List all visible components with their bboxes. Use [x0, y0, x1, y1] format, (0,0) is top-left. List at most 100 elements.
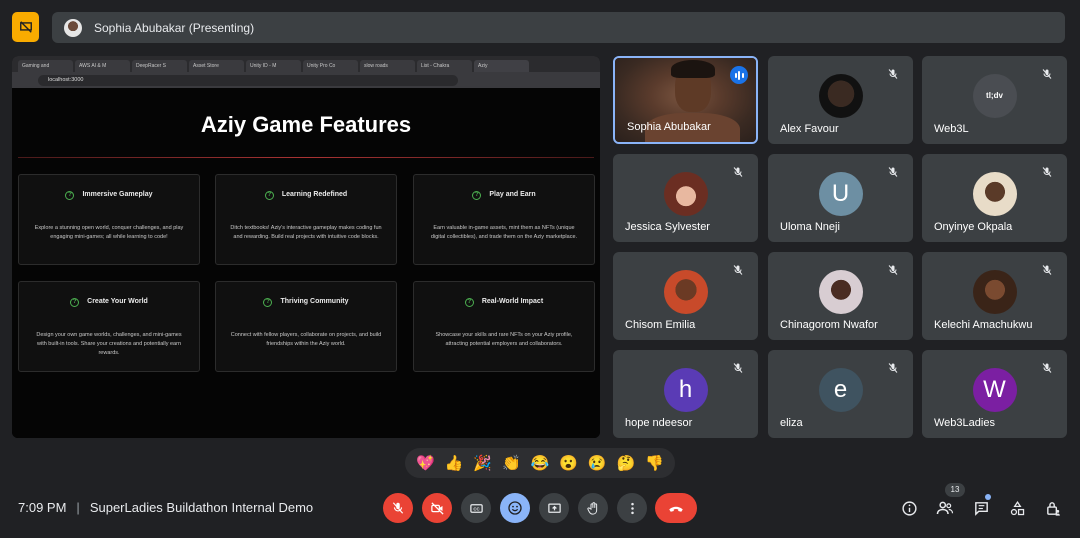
browser-tab-strip: Gaming and AWS AI & M DeepRacer S Asset … [12, 56, 600, 72]
separator: | [76, 500, 80, 515]
reaction-sad[interactable]: 😢 [588, 456, 607, 471]
reaction-laugh[interactable]: 😂 [531, 456, 550, 471]
presentation-icon-button[interactable] [12, 12, 39, 42]
reaction-surprised[interactable]: 😮 [559, 456, 578, 471]
reaction-clap[interactable]: 👏 [502, 456, 521, 471]
mic-off-icon [733, 167, 743, 177]
raise-hand-button[interactable] [578, 493, 608, 523]
meeting-info: 7:09 PM | SuperLadies Buildathon Interna… [18, 500, 313, 515]
browser-tab-active: Aziy [474, 60, 529, 72]
people-button[interactable] [935, 498, 955, 518]
participant-tile-sophia[interactable]: Sophia Abubakar [613, 56, 758, 144]
presenter-avatar [64, 18, 82, 37]
presenting-indicator[interactable]: Sophia Abubakar (Presenting) [52, 12, 1065, 43]
participant-avatar [663, 269, 708, 314]
participant-name: Web3Ladies [934, 417, 995, 429]
svg-text:CC: CC [473, 506, 480, 511]
participant-tile-eliza[interactable]: e eliza [768, 350, 913, 438]
question-icon: ? [70, 298, 80, 307]
browser-tab: Asset Store [189, 60, 244, 72]
feature-desc: Ditch textbooks! Aziy's interactive game… [230, 225, 382, 240]
participant-name: eliza [780, 417, 803, 429]
question-icon: ? [464, 298, 474, 307]
emoji-reactions-button[interactable] [500, 493, 530, 523]
question-icon: ? [263, 298, 273, 307]
browser-tab: Unity ID - M [246, 60, 301, 72]
meeting-title: SuperLadies Buildathon Internal Demo [89, 500, 314, 515]
title-divider [18, 157, 594, 158]
mic-off-icon [888, 167, 898, 177]
present-screen-button[interactable] [539, 493, 569, 523]
feature-title: Immersive Gameplay [82, 191, 153, 198]
mic-off-icon [1042, 265, 1052, 275]
feature-desc: Earn valuable in-game assets, mint them … [430, 225, 578, 240]
browser-tab: AWS AI & M [75, 60, 130, 72]
mic-off-icon [888, 363, 898, 373]
reaction-thumbs-up[interactable]: 👍 [445, 456, 464, 471]
participant-tile-kelechi[interactable]: Kelechi Amachukwu [922, 252, 1067, 340]
chat-icon [974, 501, 988, 516]
participant-tile-web3ladies[interactable]: W Web3Ladies [922, 350, 1067, 438]
browser-tab: slow roads [360, 60, 415, 72]
feature-desc: Design your own game worlds, challenges,… [36, 332, 182, 356]
question-icon: ? [472, 191, 482, 200]
feature-title: Play and Earn [489, 191, 536, 198]
participant-name: Sophia Abubakar [627, 121, 711, 133]
shared-screen[interactable]: Gaming and AWS AI & M DeepRacer S Asset … [12, 56, 600, 438]
reactions-bar: 💖 👍 🎉 👏 😂 😮 😢 🤔 👎 [405, 448, 675, 478]
hand-icon [586, 501, 597, 515]
browser-url-bar: localhost:3000 [38, 74, 458, 86]
people-icon [936, 501, 954, 515]
browser-tab: Unity Pro Co [303, 60, 358, 72]
participant-name: Uloma Nneji [780, 221, 840, 233]
participant-tile-web3l[interactable]: tl;dv Web3L [922, 56, 1067, 144]
feature-card: ? Create Your World Design your own game … [18, 281, 200, 372]
participant-name: hope ndeesor [625, 417, 693, 429]
captions-button[interactable]: CC [461, 493, 491, 523]
mic-off-icon [888, 69, 898, 79]
reaction-thumbs-down[interactable]: 👎 [645, 456, 664, 471]
participant-tile-jessica[interactable]: Jessica Sylvester [613, 154, 758, 242]
chat-unread-dot [985, 494, 991, 500]
camera-toggle-button[interactable] [422, 493, 452, 523]
participant-avatar [818, 269, 863, 314]
participant-avatar [663, 171, 708, 216]
host-controls-button[interactable] [1043, 498, 1063, 518]
meeting-details-button[interactable] [899, 498, 919, 518]
browser-tab: DeepRacer S [132, 60, 187, 72]
speaking-indicator-icon [730, 66, 748, 84]
feature-desc: Explore a stunning open world, conquer c… [34, 225, 184, 240]
no-screen-share-icon [19, 21, 32, 33]
participant-tile-chisom[interactable]: Chisom Emilia [613, 252, 758, 340]
leave-call-button[interactable] [655, 493, 697, 523]
participant-name: Web3L [934, 123, 969, 135]
feature-card: ? Immersive Gameplay Explore a stunning o… [18, 174, 200, 265]
camera-off-icon [430, 501, 444, 515]
more-options-button[interactable] [617, 493, 647, 523]
feature-card: ? Real-World Impact Showcase your skills … [413, 281, 595, 372]
participant-initial-avatar: U [818, 171, 863, 216]
participant-tile-onyinye[interactable]: Onyinye Okpala [922, 154, 1067, 242]
participant-initial-avatar: h [663, 367, 708, 412]
participant-tile-hope[interactable]: h hope ndeesor [613, 350, 758, 438]
reaction-heart[interactable]: 💖 [416, 456, 435, 471]
chat-button[interactable] [971, 498, 991, 518]
mic-off-icon [392, 502, 404, 514]
feature-title: Real-World Impact [481, 298, 544, 305]
participant-tile-uloma[interactable]: U Uloma Nneji [768, 154, 913, 242]
reaction-party[interactable]: 🎉 [473, 456, 492, 471]
mic-off-icon [733, 265, 743, 275]
participant-name: Chinagorom Nwafor [780, 319, 878, 331]
hang-up-icon [669, 506, 683, 512]
mic-toggle-button[interactable] [383, 493, 413, 523]
feature-title: Create Your World [87, 298, 148, 305]
participant-tile-chinagorom[interactable]: Chinagorom Nwafor [768, 252, 913, 340]
smile-icon [508, 501, 522, 515]
reaction-thinking[interactable]: 🤔 [617, 456, 636, 471]
participant-name: Jessica Sylvester [625, 221, 710, 233]
participant-avatar [972, 269, 1017, 314]
present-icon [547, 503, 561, 513]
activities-button[interactable] [1007, 498, 1027, 518]
participant-tile-alex[interactable]: Alex Favour [768, 56, 913, 144]
browser-tab: List - Chakra [417, 60, 472, 72]
